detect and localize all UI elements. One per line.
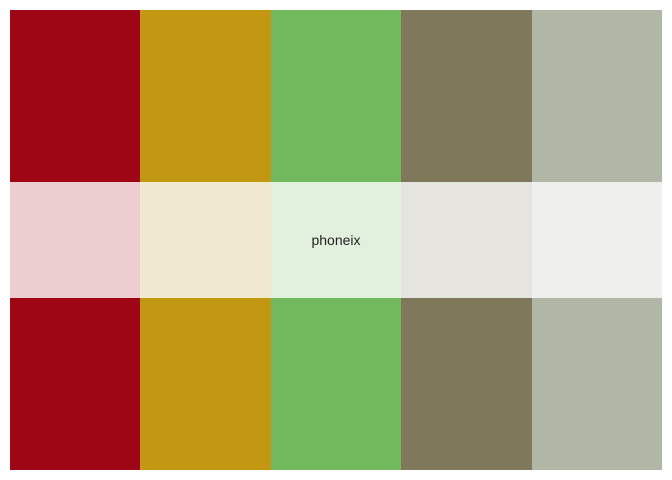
top-swatch-band xyxy=(10,10,663,182)
swatch-5-bottom xyxy=(531,298,663,470)
palette-name-label: phoneix xyxy=(311,232,361,248)
tint-2 xyxy=(140,182,271,298)
bottom-swatch-band xyxy=(10,298,663,470)
swatch-2-top xyxy=(140,10,271,182)
swatch-1-bottom xyxy=(10,298,141,470)
swatch-2-bottom xyxy=(140,298,271,470)
tint-1 xyxy=(10,182,141,298)
swatch-1-top xyxy=(10,10,141,182)
tint-5 xyxy=(531,182,663,298)
tint-3: phoneix xyxy=(270,182,402,298)
color-palette: phoneix xyxy=(10,10,663,470)
swatch-4-bottom xyxy=(401,298,532,470)
tint-band: phoneix xyxy=(10,182,663,298)
swatch-5-top xyxy=(531,10,663,182)
swatch-3-bottom xyxy=(270,298,402,470)
swatch-4-top xyxy=(401,10,532,182)
swatch-3-top xyxy=(270,10,402,182)
tint-4 xyxy=(401,182,532,298)
